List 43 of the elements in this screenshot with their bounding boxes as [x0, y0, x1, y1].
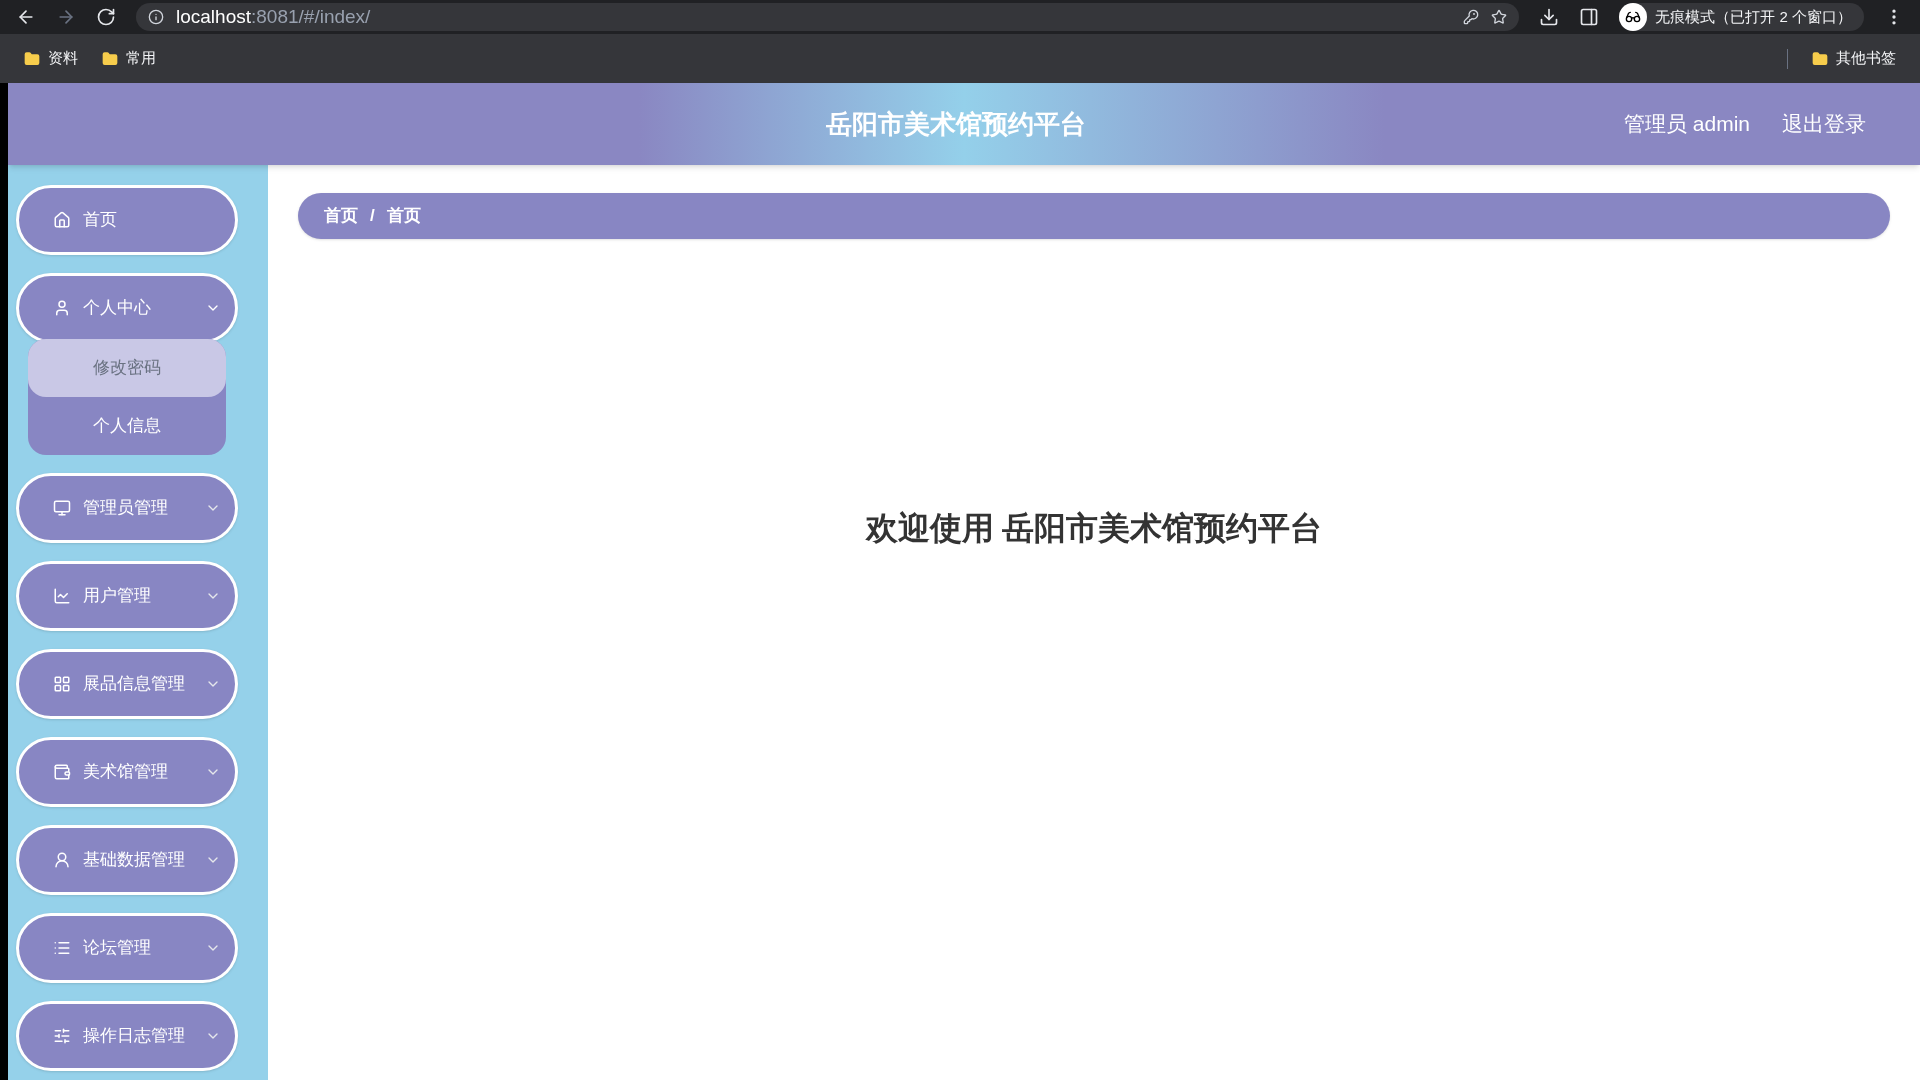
key-icon[interactable] [1463, 9, 1480, 25]
breadcrumb-item[interactable]: 首页 [324, 203, 358, 229]
url-text: localhost:8081/#/index/ [176, 4, 372, 29]
info-icon [148, 9, 164, 25]
menu-item[interactable]: 管理员管理 [16, 473, 238, 543]
download-icon[interactable] [1539, 7, 1560, 27]
folder-icon [24, 50, 40, 67]
user-label: 管理员 admin [1623, 111, 1750, 138]
submenu-item[interactable]: 个人信息 [28, 397, 226, 455]
list-icon [53, 939, 71, 957]
menu-item[interactable]: 美术馆管理 [16, 737, 238, 807]
person-icon [53, 851, 71, 869]
menu-item[interactable]: 操作日志管理 [16, 1001, 238, 1071]
address-bar[interactable]: localhost:8081/#/index/ [136, 3, 1520, 31]
app-title: 岳阳市美术馆预约平台 [826, 107, 1086, 141]
bookmark[interactable]: 常用 [102, 47, 156, 70]
menu-item[interactable]: 展品信息管理 [16, 649, 238, 719]
breadcrumb-separator: / [370, 205, 375, 228]
folder-icon [102, 50, 118, 67]
star-icon[interactable] [1491, 9, 1508, 25]
menu-item[interactable]: 用户管理 [16, 561, 238, 631]
menu-item[interactable]: 首页 [16, 185, 238, 255]
breadcrumb-item: 首页 [386, 205, 421, 228]
side-panel-icon[interactable] [1579, 7, 1600, 27]
grid-icon [53, 675, 71, 693]
monitor-icon [53, 499, 71, 517]
logout-link[interactable]: 退出登录 [1782, 108, 1866, 140]
submenu-item[interactable]: 修改密码 [28, 339, 226, 397]
menu-item[interactable]: 论坛管理 [16, 913, 238, 983]
sliders-icon [53, 1027, 71, 1045]
home-icon [53, 211, 71, 229]
chart-icon [53, 587, 71, 605]
bookmark[interactable]: 资料 [24, 47, 78, 70]
folder-icon [1812, 50, 1828, 67]
profile-chip[interactable]: 无痕模式（已打开 2 个窗口） [1619, 3, 1864, 31]
menu-item[interactable]: 基础数据管理 [16, 825, 238, 895]
menu-item[interactable]: 个人中心 [16, 273, 238, 343]
wallet-icon [53, 763, 71, 781]
bookmark[interactable]: 其他书签 [1812, 47, 1896, 70]
reload-icon[interactable] [96, 7, 116, 27]
incognito-icon [1619, 3, 1648, 31]
user-icon [53, 299, 71, 317]
welcome-text: 欢迎使用 岳阳市美术馆预约平台 [865, 509, 1323, 548]
